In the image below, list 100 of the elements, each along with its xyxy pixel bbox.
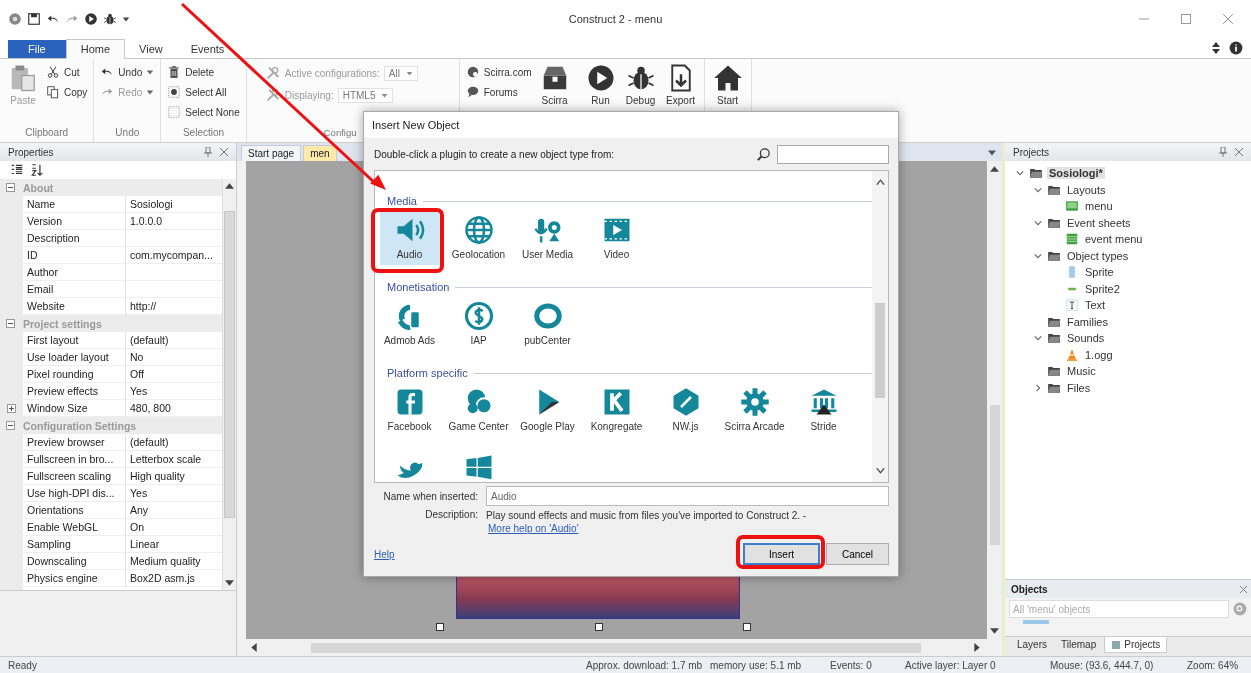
help-link[interactable]: More help on 'Audio' <box>488 523 579 534</box>
ribbon-button[interactable]: Select All <box>167 83 240 101</box>
property-row[interactable]: Name Sosiologi <box>0 196 222 213</box>
ribbon-button[interactable]: Debug <box>623 63 658 106</box>
property-row[interactable]: ID com.mycompan... <box>0 247 222 264</box>
property-row[interactable]: First layout (default) <box>0 332 222 349</box>
plugin-item[interactable]: Scirra Arcade <box>724 383 785 437</box>
property-value[interactable]: Any <box>130 504 149 516</box>
search-field[interactable] <box>777 144 889 164</box>
ribbon-button[interactable]: Delete <box>167 63 240 81</box>
plugin-item[interactable]: User Media <box>517 211 578 265</box>
categorized-icon[interactable] <box>10 163 24 177</box>
ribbon-button[interactable]: Export <box>663 63 698 106</box>
scroll-thumb[interactable] <box>310 642 921 653</box>
tree-item[interactable]: Sounds <box>1065 332 1107 345</box>
property-row[interactable]: Email <box>0 281 222 298</box>
ribbon-tab[interactable]: File <box>8 40 66 58</box>
expander-icon[interactable] <box>6 319 15 328</box>
chevron-icon[interactable] <box>1034 383 1042 392</box>
chevron-icon[interactable] <box>1016 169 1024 178</box>
scroll-thumb[interactable] <box>989 405 1000 545</box>
property-row[interactable]: Use loader layout No <box>0 349 222 366</box>
ribbon-button[interactable]: Copy <box>46 83 88 101</box>
property-value[interactable]: 1.0.0.0 <box>130 215 163 227</box>
tree-item[interactable]: Layouts <box>1065 183 1108 196</box>
property-row[interactable]: Fullscreen in bro... Letterbox scale <box>0 451 222 468</box>
tree-item[interactable]: Sprite2 <box>1083 282 1122 295</box>
resize-handle[interactable] <box>436 623 444 631</box>
plugin-item[interactable]: NW.js <box>655 383 716 437</box>
expander-icon[interactable] <box>7 404 16 413</box>
ribbon-button[interactable]: Scirra.com <box>465 63 532 81</box>
scroll-left-icon[interactable] <box>251 643 257 652</box>
chevron-icon[interactable] <box>1034 334 1042 343</box>
resize-handle[interactable] <box>743 623 751 631</box>
app-icon[interactable] <box>8 12 22 26</box>
ribbon-tab[interactable]: Events <box>176 40 239 58</box>
property-row[interactable]: Physics engine Box2D asm.js <box>0 570 222 587</box>
property-value[interactable]: com.mycompan... <box>130 249 213 261</box>
property-row[interactable]: Use high-DPI dis... Yes <box>0 485 222 502</box>
plugin-item[interactable]: Admob Ads <box>379 297 440 351</box>
pin-icon[interactable] <box>1219 147 1227 157</box>
plugin-item[interactable]: Audio <box>379 211 440 265</box>
tree-item[interactable]: Music <box>1065 365 1098 378</box>
ribbon-tab[interactable]: Home <box>65 39 126 59</box>
save-icon[interactable] <box>27 12 41 26</box>
object-thumbnail[interactable] <box>1023 620 1049 624</box>
property-row[interactable]: Orientations Any <box>0 502 222 519</box>
tree-item[interactable]: Event sheets <box>1065 216 1133 229</box>
plugin-item[interactable]: IAP <box>448 297 509 351</box>
property-value[interactable]: (default) <box>130 436 169 448</box>
scroll-up-icon[interactable] <box>990 166 999 172</box>
document-tab[interactable]: men <box>303 145 337 161</box>
property-row[interactable]: Downscaling Medium quality <box>0 553 222 570</box>
plugin-item[interactable]: Stride <box>793 383 854 437</box>
dialog-button[interactable]: Insert <box>743 543 820 565</box>
property-row[interactable]: Sampling Linear <box>0 536 222 553</box>
property-row[interactable]: Description <box>0 230 222 247</box>
property-row[interactable]: Enable WebGL On <box>0 519 222 536</box>
ribbon-button[interactable]: Undo <box>100 63 155 81</box>
property-row[interactable]: Fullscreen scaling High quality <box>0 468 222 485</box>
expander-icon[interactable] <box>6 421 15 430</box>
chevron-icon[interactable] <box>1034 218 1042 227</box>
panel-tab[interactable]: Projects <box>1104 637 1168 653</box>
ribbon-button[interactable]: Start <box>710 63 745 106</box>
tree-item[interactable]: Files <box>1065 381 1093 394</box>
name-field[interactable]: Audio <box>486 486 889 506</box>
resize-handle[interactable] <box>595 623 603 631</box>
scrollbar[interactable] <box>872 171 888 482</box>
dialog-button[interactable]: Cancel <box>826 543 889 565</box>
plugin-item[interactable]: Geolocation <box>448 211 509 265</box>
property-value[interactable]: 480, 800 <box>130 402 171 414</box>
ribbon-button[interactable]: Cut <box>46 63 88 81</box>
bug-icon[interactable] <box>103 12 117 26</box>
property-value[interactable]: High quality <box>130 470 185 482</box>
plugin-item[interactable]: Kongregate <box>586 383 647 437</box>
ribbon-tab[interactable]: View <box>125 40 177 58</box>
plugin-item[interactable]: Google Play <box>517 383 578 437</box>
property-value[interactable]: Box2D asm.js <box>130 572 195 584</box>
maximize-icon[interactable] <box>1181 14 1191 24</box>
tree-item[interactable]: Sprite <box>1083 266 1116 279</box>
scrollbar[interactable] <box>222 179 236 590</box>
tree-item[interactable]: event menu <box>1083 233 1145 246</box>
chevron-icon[interactable] <box>1034 251 1042 260</box>
tree-item[interactable]: Object types <box>1065 249 1131 262</box>
tree-item[interactable]: 1.ogg <box>1083 348 1115 361</box>
property-value[interactable]: Medium quality <box>130 555 201 567</box>
property-row[interactable]: Pixel rounding Off <box>0 366 222 383</box>
pin-icon[interactable] <box>204 147 212 157</box>
panel-tab[interactable]: Layers <box>1011 637 1053 652</box>
play-icon[interactable] <box>84 12 98 26</box>
sort-arrows-icon[interactable] <box>1211 42 1221 54</box>
expander-icon[interactable] <box>6 183 15 192</box>
scroll-down-icon[interactable] <box>225 580 234 586</box>
property-row[interactable]: Preview effects Yes <box>0 383 222 400</box>
property-value[interactable]: Sosiologi <box>130 198 173 210</box>
tree-item[interactable]: Text <box>1083 299 1108 312</box>
scroll-down-icon[interactable] <box>875 468 885 474</box>
scroll-thumb[interactable] <box>875 303 885 398</box>
property-value[interactable]: http:// <box>130 300 157 312</box>
plugin-item[interactable]: Video <box>586 211 647 265</box>
